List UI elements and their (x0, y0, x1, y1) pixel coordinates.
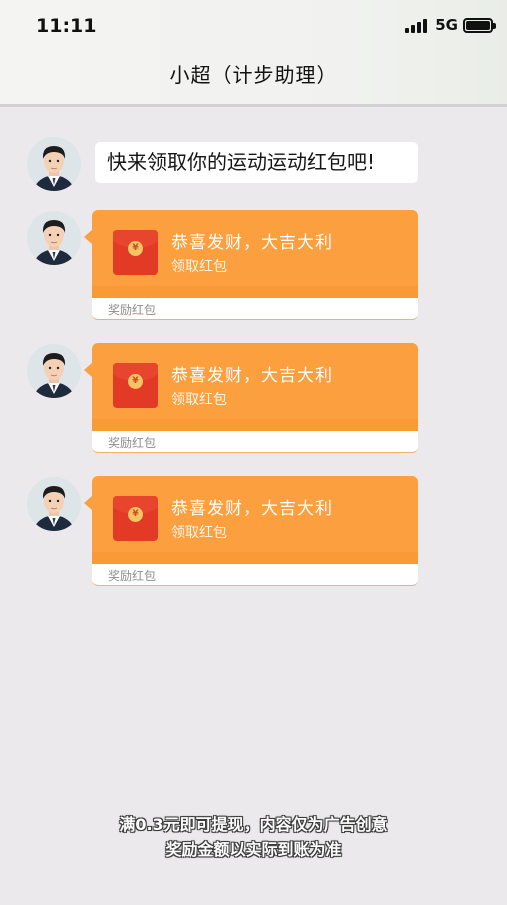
red-packet-body[interactable]: ¥ 恭喜发财，大吉大利 领取红包 (84, 210, 418, 298)
signal-bars-icon (405, 17, 429, 33)
ad-disclaimer-line1: 满0.3元即可提现，内容仅为广告创意 (119, 815, 388, 834)
red-packet-body[interactable]: ¥ 恭喜发财，大吉大利 领取红包 (84, 343, 418, 431)
red-envelope-icon: ¥ (113, 496, 158, 541)
red-packet-claim-label: 领取红包 (171, 525, 227, 541)
red-packet-footer: 奖励红包 (92, 564, 418, 586)
assistant-avatar-icon[interactable] (27, 477, 81, 531)
red-packet-card[interactable]: ¥ 恭喜发财，大吉大利 领取红包 奖励红包 (84, 210, 418, 320)
battery-full-icon (463, 17, 496, 33)
status-time: 11:11 (36, 15, 97, 37)
red-packet-footer-label: 奖励红包 (108, 569, 157, 583)
assistant-avatar-icon[interactable] (27, 344, 81, 398)
red-packet-footer-label: 奖励红包 (108, 303, 157, 317)
status-bar: 11:11 5G (0, 0, 507, 54)
status-icons: 5G (405, 16, 496, 34)
red-packet-footer: 奖励红包 (92, 298, 418, 320)
red-packet-footer-label: 奖励红包 (108, 436, 157, 450)
ad-disclaimer-line2: 奖励金额以实际到账为准 (165, 840, 342, 859)
assistant-avatar-icon[interactable] (27, 211, 81, 265)
red-packet-body[interactable]: ¥ 恭喜发财，大吉大利 领取红包 (84, 476, 418, 564)
red-packet-card[interactable]: ¥ 恭喜发财，大吉大利 领取红包 奖励红包 (84, 343, 418, 453)
red-packet-claim-label: 领取红包 (171, 392, 227, 408)
red-packet-wish: 恭喜发财，大吉大利 (171, 499, 333, 519)
red-packet-wish: 恭喜发财，大吉大利 (171, 366, 333, 386)
page-title: 小超（计步助理） (169, 63, 338, 87)
red-packet-claim-label: 领取红包 (171, 259, 227, 275)
red-packet-card[interactable]: ¥ 恭喜发财，大吉大利 领取红包 奖励红包 (84, 476, 418, 586)
header: 11:11 5G 小超（计步助理） (0, 0, 507, 107)
assistant-avatar-icon[interactable] (27, 137, 81, 191)
network-type: 5G (435, 16, 458, 34)
red-envelope-icon: ¥ (113, 230, 158, 275)
red-envelope-icon: ¥ (113, 363, 158, 408)
yuan-seal-icon: ¥ (128, 374, 143, 389)
chat-screen: 11:11 5G 小超（计步助理） 快来领取你的运动运动红包吧! ¥ 恭喜发财，… (0, 0, 507, 905)
red-packet-footer: 奖励红包 (92, 431, 418, 453)
yuan-seal-icon: ¥ (128, 507, 143, 522)
yuan-seal-icon: ¥ (128, 241, 143, 256)
ad-disclaimer: 满0.3元即可提现，内容仅为广告创意 奖励金额以实际到账为准 (0, 812, 507, 862)
message-text-bubble: 快来领取你的运动运动红包吧! (95, 142, 418, 183)
red-packet-wish: 恭喜发财，大吉大利 (171, 233, 333, 253)
